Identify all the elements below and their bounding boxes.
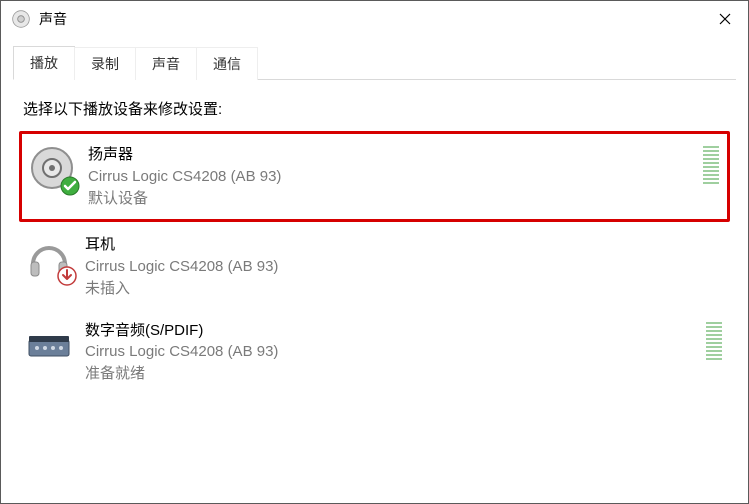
instruction-text: 选择以下播放设备来修改设置: bbox=[23, 98, 726, 119]
titlebar: 声音 bbox=[1, 1, 748, 37]
device-status: Cirrus Logic CS4208 (AB 93) bbox=[85, 341, 700, 363]
device-status: Cirrus Logic CS4208 (AB 93) bbox=[88, 166, 697, 188]
sound-settings-window: 声音 播放录制声音通信 选择以下播放设备来修改设置: 扬声器Cirrus Log… bbox=[0, 0, 749, 504]
level-meter-icon bbox=[706, 320, 722, 360]
tab-strip: 播放录制声音通信 bbox=[13, 47, 736, 80]
headphone-icon bbox=[25, 234, 73, 282]
tab-sound[interactable]: 声音 bbox=[135, 47, 197, 80]
device-list: 扬声器Cirrus Logic CS4208 (AB 93)默认设备耳机Cirr… bbox=[13, 131, 736, 395]
tab-record[interactable]: 录制 bbox=[74, 47, 136, 80]
speaker-icon bbox=[28, 144, 76, 192]
device-text: 耳机Cirrus Logic CS4208 (AB 93)未插入 bbox=[85, 234, 722, 299]
device-item-spdif[interactable]: 数字音频(S/PDIF)Cirrus Logic CS4208 (AB 93)准… bbox=[19, 310, 730, 395]
sound-app-icon bbox=[11, 9, 31, 29]
level-meter-icon bbox=[703, 144, 719, 184]
close-button[interactable] bbox=[702, 4, 748, 34]
tab-comm[interactable]: 通信 bbox=[196, 47, 258, 80]
device-name: 耳机 bbox=[85, 234, 722, 256]
window-title: 声音 bbox=[39, 9, 67, 29]
spdif-icon bbox=[25, 320, 73, 368]
device-text: 扬声器Cirrus Logic CS4208 (AB 93)默认设备 bbox=[88, 144, 697, 209]
unplugged-badge-icon bbox=[57, 266, 77, 286]
close-icon bbox=[719, 13, 731, 25]
check-badge-icon bbox=[60, 176, 80, 196]
device-name: 数字音频(S/PDIF) bbox=[85, 320, 700, 342]
device-item-headphone[interactable]: 耳机Cirrus Logic CS4208 (AB 93)未插入 bbox=[19, 224, 730, 309]
tab-playback[interactable]: 播放 bbox=[13, 46, 75, 80]
device-name: 扬声器 bbox=[88, 144, 697, 166]
device-item-speaker[interactable]: 扬声器Cirrus Logic CS4208 (AB 93)默认设备 bbox=[19, 131, 730, 222]
device-status: Cirrus Logic CS4208 (AB 93) bbox=[85, 256, 722, 278]
device-text: 数字音频(S/PDIF)Cirrus Logic CS4208 (AB 93)准… bbox=[85, 320, 700, 385]
dialog-content: 播放录制声音通信 选择以下播放设备来修改设置: 扬声器Cirrus Logic … bbox=[1, 37, 748, 395]
